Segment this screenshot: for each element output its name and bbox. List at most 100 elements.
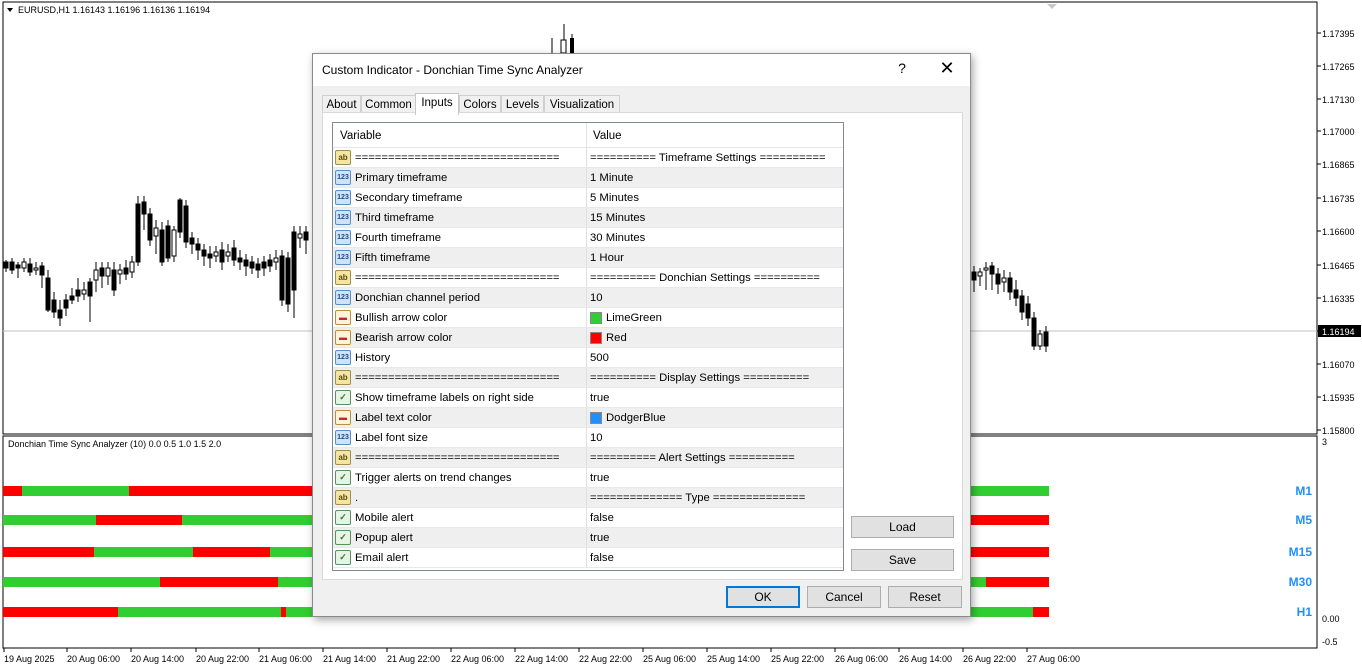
variable-value[interactable]: false (590, 512, 614, 524)
candle (129, 261, 135, 273)
variable-value[interactable]: true (590, 532, 609, 544)
variable-value[interactable]: ========== Alert Settings ========== (590, 452, 795, 464)
table-row[interactable]: ✓ Email alert false (333, 548, 843, 568)
variable-value[interactable]: ========== Display Settings ========== (590, 372, 809, 384)
save-button[interactable]: Save (851, 549, 954, 571)
variable-name: Bullish arrow color (355, 312, 448, 324)
candle (33, 267, 39, 271)
dialog-title: Custom Indicator - Donchian Time Sync An… (322, 63, 583, 77)
table-header: Variable Value (333, 123, 843, 148)
candle (63, 299, 69, 309)
variable-value[interactable]: false (590, 552, 614, 564)
color-swatch[interactable] (590, 312, 602, 324)
variable-name: Fourth timeframe (355, 232, 442, 244)
variable-value[interactable]: 15 Minutes (590, 212, 645, 224)
table-row[interactable]: 123 History 500 (333, 348, 843, 368)
table-row[interactable]: 123 Third timeframe 15 Minutes (333, 208, 843, 228)
ok-button[interactable]: OK (726, 586, 800, 608)
variable-name: Donchian channel period (355, 292, 480, 304)
variable-value[interactable]: ============== Type ============== (590, 492, 805, 504)
cancel-button[interactable]: Cancel (807, 586, 881, 608)
color-swatch[interactable] (590, 332, 602, 344)
candle (165, 225, 171, 259)
number-type-icon: 123 (335, 190, 351, 205)
candle (3, 261, 9, 269)
trend-bar-segment (986, 577, 1049, 587)
candle (989, 265, 995, 275)
table-row[interactable]: ab. ============== Type ============== (333, 488, 843, 508)
variable-value[interactable]: 10 (590, 292, 603, 304)
price-label: 1.16335 (1322, 294, 1355, 304)
color-swatch[interactable] (590, 412, 602, 424)
dialog-titlebar[interactable]: Custom Indicator - Donchian Time Sync An… (313, 54, 970, 86)
value-column-header[interactable]: Value (593, 130, 622, 142)
string-type-icon: ab (335, 490, 351, 505)
candle (195, 243, 201, 251)
table-row[interactable]: 123 Label font size 10 (333, 428, 843, 448)
tab-inputs[interactable]: Inputs (415, 93, 459, 115)
variable-value[interactable]: true (590, 392, 609, 404)
candle (983, 267, 989, 271)
candle (971, 271, 977, 281)
table-row[interactable]: ab =============================== =======… (333, 368, 843, 388)
inputs-table[interactable]: Variable Value ab =======================… (332, 122, 844, 571)
reset-button[interactable]: Reset (888, 586, 962, 608)
trend-bar-segment (970, 515, 1049, 525)
table-row[interactable]: ✓ Popup alert true (333, 528, 843, 548)
variable-name: =============================== (355, 272, 560, 284)
table-row[interactable]: 123 Secondary timeframe 5 Minutes (333, 188, 843, 208)
variable-value[interactable]: ========== Donchian Settings ========== (590, 272, 820, 284)
timeframe-label: M1 (1295, 484, 1312, 498)
variable-value[interactable]: LimeGreen (606, 312, 662, 324)
chart-shift-marker-icon (1047, 4, 1057, 9)
table-row[interactable]: ✓ Mobile alert false (333, 508, 843, 528)
price-label: 1.16600 (1322, 227, 1355, 237)
close-icon[interactable]: ✕ (933, 58, 961, 80)
variable-value[interactable]: Red (606, 332, 627, 344)
table-row[interactable]: 123 Primary timeframe 1 Minute (333, 168, 843, 188)
table-row[interactable]: ab =============================== =======… (333, 148, 843, 168)
variable-value[interactable]: true (590, 472, 609, 484)
variable-name: =============================== (355, 452, 560, 464)
price-label: 1.15935 (1322, 393, 1355, 403)
table-row[interactable]: ab =============================== =======… (333, 448, 843, 468)
variable-value[interactable]: 10 (590, 432, 603, 444)
variable-value[interactable]: 1 Minute (590, 172, 633, 184)
timeframe-label: H1 (1297, 605, 1313, 619)
time-label: 19 Aug 2025 (4, 654, 55, 664)
table-row[interactable]: ab =============================== =======… (333, 268, 843, 288)
candle (81, 289, 87, 295)
collapse-triangle-icon (7, 8, 13, 12)
load-button[interactable]: Load (851, 516, 954, 538)
trend-bar-segment (182, 515, 312, 525)
variable-value[interactable]: 30 Minutes (590, 232, 645, 244)
symbol-info: EURUSD,H1 1.16143 1.16196 1.16136 1.1619… (18, 5, 210, 15)
table-row[interactable]: ✓ Trigger alerts on trend changes true (333, 468, 843, 488)
table-row[interactable]: ▬ Label text color DodgerBlue (333, 408, 843, 428)
trend-bar-segment (970, 577, 986, 587)
price-label: 1.17395 (1322, 29, 1355, 39)
variable-name: History (355, 352, 391, 364)
table-row[interactable]: 123 Fifth timeframe 1 Hour (333, 248, 843, 268)
variable-value[interactable]: ========== Timeframe Settings ========== (590, 152, 826, 164)
candle (1043, 331, 1049, 347)
price-label: 1.16865 (1322, 160, 1355, 170)
price-label: 1.17130 (1322, 95, 1355, 105)
variable-value[interactable]: 500 (590, 352, 609, 364)
variable-value[interactable]: DodgerBlue (606, 412, 666, 424)
table-row[interactable]: ▬ Bearish arrow color Red (333, 328, 843, 348)
variable-value[interactable]: 1 Hour (590, 252, 624, 264)
table-row[interactable]: ▬ Bullish arrow color LimeGreen (333, 308, 843, 328)
candle (69, 295, 75, 301)
table-row[interactable]: ✓ Show timeframe labels on right side true (333, 388, 843, 408)
trend-bar-segment (118, 607, 281, 617)
candle (147, 213, 153, 241)
candle (45, 277, 51, 311)
variable-value[interactable]: 5 Minutes (590, 192, 639, 204)
candle (255, 263, 261, 271)
trend-bar-segment (3, 515, 96, 525)
table-row[interactable]: 123 Donchian channel period 10 (333, 288, 843, 308)
table-row[interactable]: 123 Fourth timeframe 30 Minutes (333, 228, 843, 248)
variable-column-header[interactable]: Variable (340, 130, 381, 142)
help-button[interactable]: ? (891, 60, 913, 80)
